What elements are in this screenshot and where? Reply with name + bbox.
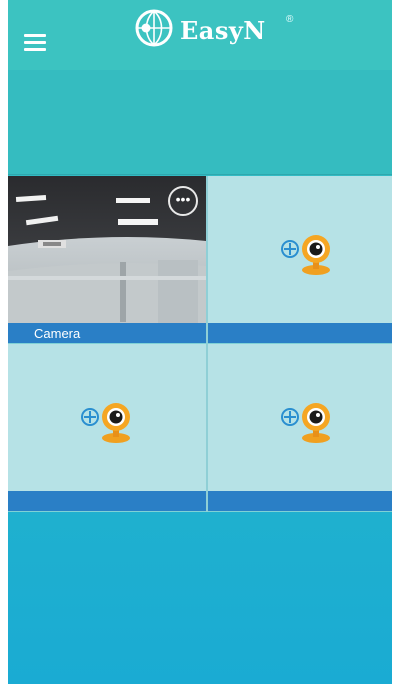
camera-tile-1[interactable]: ••• (8, 176, 206, 323)
more-options-icon[interactable]: ••• (168, 186, 198, 216)
camera-grid: ••• Camera (8, 176, 392, 512)
app-screen: EasyN ® ••• Camera (8, 0, 392, 684)
globe-logo-icon (135, 9, 173, 47)
camera-name-label: Camera (34, 326, 81, 341)
add-camera-icon[interactable] (280, 232, 340, 276)
camera-tile-3[interactable] (8, 344, 206, 491)
add-camera-icon[interactable] (280, 400, 340, 444)
camera-tile-4[interactable] (208, 344, 392, 491)
camera-tile-2[interactable] (208, 176, 392, 323)
registered-mark: ® (286, 14, 294, 25)
camera-label-bar-row2 (8, 491, 392, 511)
easyn-logo: EasyN ® (128, 8, 298, 52)
top-header: EasyN ® (8, 0, 392, 71)
hamburger-menu-icon[interactable] (24, 34, 46, 52)
logo-text: EasyN (180, 16, 266, 45)
top-banner (8, 70, 392, 175)
grid-divider (206, 176, 208, 512)
add-camera-icon[interactable] (80, 400, 140, 444)
